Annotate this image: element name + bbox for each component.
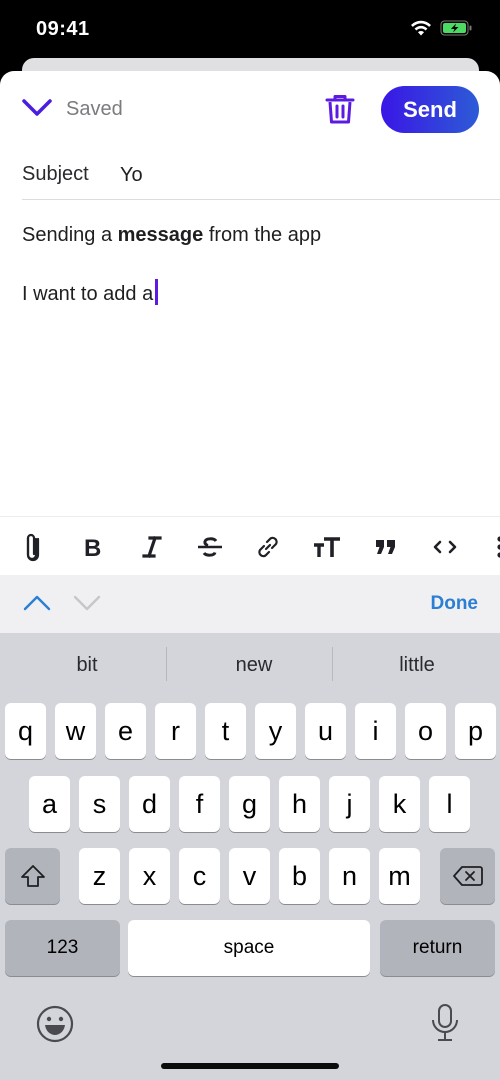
save-status: Saved xyxy=(66,98,123,120)
chevron-down-icon xyxy=(73,595,101,611)
bold-icon: B xyxy=(84,535,101,559)
backspace-key[interactable] xyxy=(440,848,495,904)
emoji-icon xyxy=(36,1005,74,1043)
key-w[interactable]: w xyxy=(55,703,96,759)
body-paragraph: I want to add a xyxy=(22,279,482,308)
code-button[interactable] xyxy=(427,529,463,565)
key-k[interactable]: k xyxy=(379,776,420,832)
body-paragraph: Sending a message from the app xyxy=(22,221,482,249)
key-c[interactable]: c xyxy=(179,848,220,904)
body-text: I want to add a xyxy=(22,283,154,305)
list-icon xyxy=(497,536,500,558)
compose-header: Saved Send xyxy=(0,71,500,147)
body-text-bold: message xyxy=(117,224,204,246)
key-a[interactable]: a xyxy=(29,776,70,832)
more-tools-button[interactable] xyxy=(484,529,500,565)
suggestion-item[interactable]: little xyxy=(334,643,500,687)
svg-text:B: B xyxy=(84,535,101,559)
key-f[interactable]: f xyxy=(179,776,220,832)
status-icons xyxy=(410,20,472,36)
attachment-button[interactable] xyxy=(15,529,51,565)
key-x[interactable]: x xyxy=(129,848,170,904)
backspace-icon xyxy=(452,866,483,886)
body-text: from the app xyxy=(203,224,322,246)
shift-icon xyxy=(20,865,45,887)
key-t[interactable]: t xyxy=(205,703,246,759)
chevron-down-icon xyxy=(22,99,52,116)
next-field-button[interactable] xyxy=(72,591,102,615)
strikethrough-button[interactable] xyxy=(192,529,228,565)
key-q[interactable]: q xyxy=(5,703,46,759)
dictation-button[interactable] xyxy=(430,1003,460,1048)
quote-icon xyxy=(376,540,395,554)
key-r[interactable]: r xyxy=(155,703,196,759)
subject-input[interactable] xyxy=(120,159,480,191)
text-caret xyxy=(155,279,159,305)
text-size-button[interactable] xyxy=(309,529,345,565)
key-m[interactable]: m xyxy=(379,848,420,904)
numbers-key[interactable]: 123 xyxy=(5,920,120,976)
key-h[interactable]: h xyxy=(279,776,320,832)
key-e[interactable]: e xyxy=(105,703,146,759)
key-g[interactable]: g xyxy=(229,776,270,832)
previous-field-button[interactable] xyxy=(22,591,52,615)
suggestion-item[interactable]: new xyxy=(171,643,337,687)
delete-draft-button[interactable] xyxy=(322,91,358,127)
space-key[interactable]: space xyxy=(128,920,370,976)
key-d[interactable]: d xyxy=(129,776,170,832)
key-p[interactable]: p xyxy=(455,703,496,759)
send-button[interactable]: Send xyxy=(381,86,479,133)
key-n[interactable]: n xyxy=(329,848,370,904)
key-y[interactable]: y xyxy=(255,703,296,759)
chevron-up-icon xyxy=(23,595,51,611)
keyboard-accessory-bar: Done xyxy=(0,575,500,633)
key-j[interactable]: j xyxy=(329,776,370,832)
collapse-button[interactable] xyxy=(20,93,54,123)
keyboard: bit new little 123 space return q w e r … xyxy=(0,633,500,1080)
message-body-editor[interactable]: Sending a message from the app I want to… xyxy=(22,221,482,338)
subject-label: Subject xyxy=(22,163,89,185)
key-u[interactable]: u xyxy=(305,703,346,759)
shift-key[interactable] xyxy=(5,848,60,904)
strikethrough-icon xyxy=(198,537,222,557)
link-icon xyxy=(258,536,278,558)
key-i[interactable]: i xyxy=(355,703,396,759)
trash-icon xyxy=(325,95,355,124)
microphone-icon xyxy=(432,1004,458,1041)
suggestion-divider xyxy=(166,647,167,681)
battery-charging-icon xyxy=(440,20,472,36)
status-bar: 09:41 xyxy=(0,0,500,60)
format-toolbar: B xyxy=(0,516,500,576)
key-l[interactable]: l xyxy=(429,776,470,832)
key-z[interactable]: z xyxy=(79,848,120,904)
wifi-icon xyxy=(410,20,432,36)
return-key[interactable]: return xyxy=(380,920,495,976)
suggestion-item[interactable]: bit xyxy=(4,643,170,687)
quote-button[interactable] xyxy=(368,529,404,565)
italic-icon xyxy=(142,535,162,559)
key-o[interactable]: o xyxy=(405,703,446,759)
body-text: Sending a xyxy=(22,224,118,246)
subject-row: Subject xyxy=(0,153,500,201)
status-time: 09:41 xyxy=(36,18,90,40)
code-icon xyxy=(433,540,457,554)
suggestion-bar: bit new little xyxy=(0,633,500,699)
key-b[interactable]: b xyxy=(279,848,320,904)
link-button[interactable] xyxy=(250,529,286,565)
emoji-button[interactable] xyxy=(36,1005,74,1048)
text-size-icon xyxy=(314,537,340,557)
home-indicator xyxy=(161,1063,339,1069)
paperclip-icon xyxy=(26,533,40,562)
suggestion-divider xyxy=(332,647,333,681)
key-v[interactable]: v xyxy=(229,848,270,904)
subject-divider xyxy=(22,199,500,200)
key-s[interactable]: s xyxy=(79,776,120,832)
italic-button[interactable] xyxy=(134,529,170,565)
done-button[interactable]: Done xyxy=(431,593,479,615)
bold-button[interactable]: B xyxy=(75,529,111,565)
